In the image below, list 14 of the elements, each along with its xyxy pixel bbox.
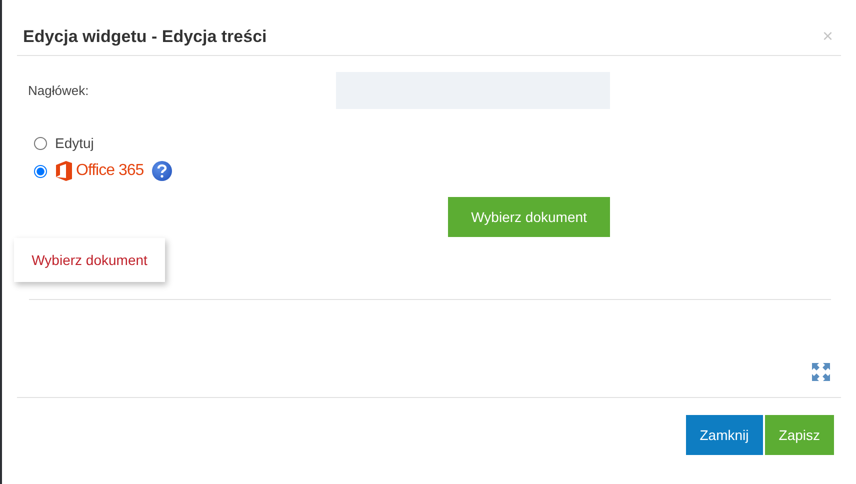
help-icon[interactable] bbox=[152, 161, 172, 181]
close-button[interactable]: × bbox=[822, 26, 833, 47]
field-label: Nagłówek: bbox=[28, 83, 90, 98]
radio-button[interactable] bbox=[34, 136, 47, 150]
office-logo-icon bbox=[55, 161, 73, 181]
dialog-title: Edycja widgetu - Edycja treści bbox=[23, 26, 267, 46]
document-link[interactable]: Wybierz dokument bbox=[14, 238, 165, 282]
close-dialog-button[interactable]: Zamknij bbox=[686, 415, 763, 455]
radio-button[interactable] bbox=[34, 164, 47, 178]
save-button[interactable]: Zapisz bbox=[764, 415, 834, 455]
expand-icon[interactable] bbox=[812, 363, 830, 381]
option-label: Office 365 bbox=[76, 162, 144, 180]
choose-document-button[interactable]: Wybierz dokument bbox=[448, 197, 610, 237]
option-label: Edytuj bbox=[55, 135, 94, 151]
